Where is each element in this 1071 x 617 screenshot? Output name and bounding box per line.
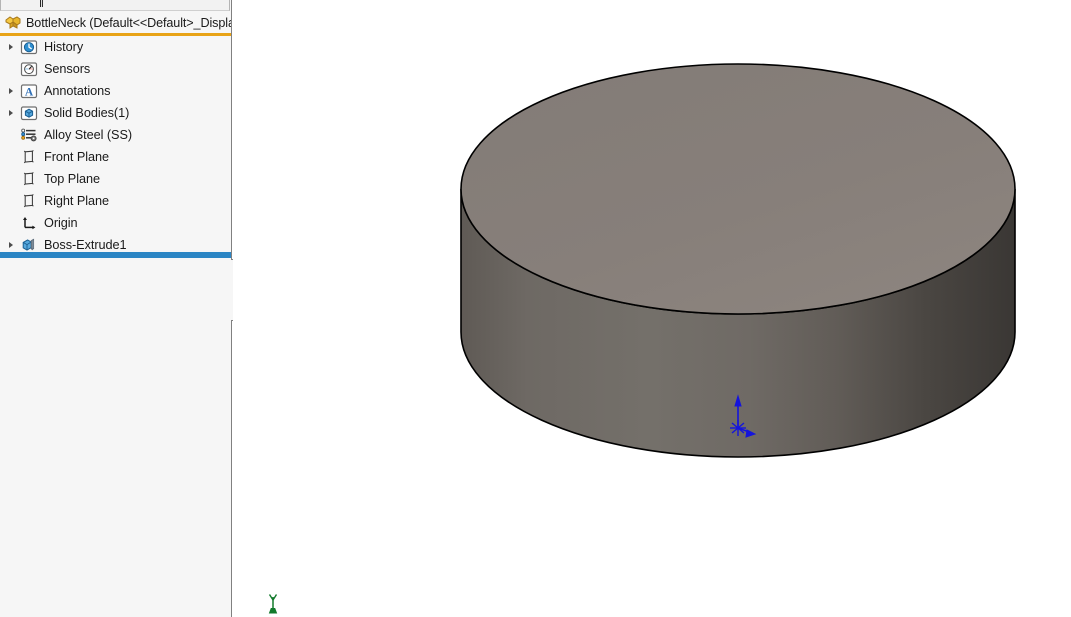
graphics-viewport[interactable] [233, 0, 1071, 617]
tree-item-front-plane[interactable]: Front Plane [0, 146, 231, 168]
tree-item-annotations[interactable]: A Annotations [0, 80, 231, 102]
svg-text:A: A [25, 86, 34, 98]
tree-selection-band [0, 252, 231, 258]
tree-item-label: History [44, 40, 84, 54]
tree-item-label: Boss-Extrude1 [44, 238, 127, 252]
tree-item-label: Annotations [44, 84, 111, 98]
document-title-label: BottleNeck (Default<<Default>_Displa [26, 15, 231, 30]
tree-item-history[interactable]: History [0, 36, 231, 58]
history-icon [20, 38, 38, 56]
document-title-row[interactable]: BottleNeck (Default<<Default>_Displa [0, 12, 231, 33]
sensors-icon [20, 60, 38, 78]
panel-tab-strip[interactable]: ‖ [0, 0, 230, 11]
tree-item-solid-bodies[interactable]: Solid Bodies(1) [0, 102, 231, 124]
tree-item-label: Alloy Steel (SS) [44, 128, 133, 142]
tree-item-top-plane[interactable]: Top Plane [0, 168, 231, 190]
expander-placeholder [4, 150, 18, 164]
material-icon [20, 126, 38, 144]
expander-arrow-icon[interactable] [4, 238, 18, 252]
feature-manager-panel: ‖ BottleNeck (Default<<Default>_Displa H… [0, 0, 232, 617]
feature-manager-tab-icon[interactable]: ‖ [39, 0, 49, 10]
plane-icon [20, 148, 38, 166]
feature-tree: History Sensors A Annotations Solid Bodi… [0, 36, 231, 256]
expander-placeholder [4, 194, 18, 208]
annotations-icon: A [20, 82, 38, 100]
cylinder-model[interactable] [233, 0, 1071, 617]
expander-placeholder [4, 128, 18, 142]
tree-item-material[interactable]: Alloy Steel (SS) [0, 124, 231, 146]
origin-icon [20, 214, 38, 232]
tree-item-label: Front Plane [44, 150, 110, 164]
expander-arrow-icon[interactable] [4, 106, 18, 120]
tree-item-right-plane[interactable]: Right Plane [0, 190, 231, 212]
tree-item-origin[interactable]: Origin [0, 212, 231, 234]
expander-arrow-icon[interactable] [4, 84, 18, 98]
tree-item-label: Right Plane [44, 194, 110, 208]
part-document-icon [4, 14, 22, 31]
plane-icon [20, 170, 38, 188]
tree-item-label: Sensors [44, 62, 91, 76]
view-orientation-triad [268, 594, 278, 614]
solidworks-window: ‖ BottleNeck (Default<<Default>_Displa H… [0, 0, 1071, 617]
expander-placeholder [4, 216, 18, 230]
tree-item-sensors[interactable]: Sensors [0, 58, 231, 80]
expander-arrow-icon[interactable] [4, 40, 18, 54]
tree-item-label: Origin [44, 216, 78, 230]
cylinder-top-face[interactable] [460, 63, 1016, 315]
expander-placeholder [4, 172, 18, 186]
tree-item-label: Solid Bodies(1) [44, 106, 130, 120]
plane-icon [20, 192, 38, 210]
solid-bodies-icon [20, 104, 38, 122]
tree-item-label: Top Plane [44, 172, 100, 186]
expander-placeholder [4, 62, 18, 76]
